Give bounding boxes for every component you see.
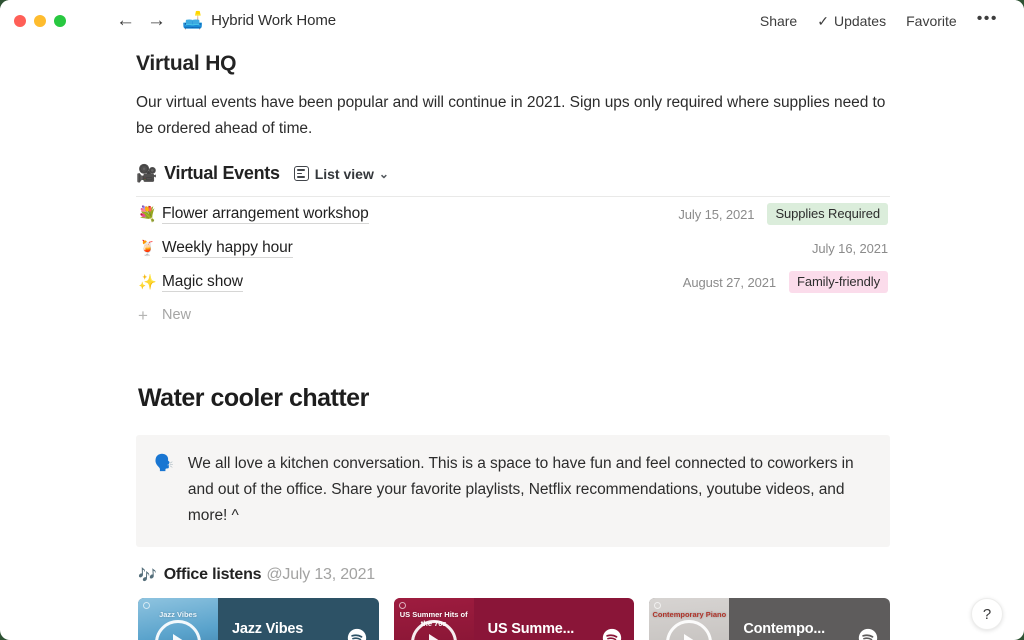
row-emoji-icon: ✨ (138, 273, 157, 291)
updates-button[interactable]: ✓ Updates (807, 10, 896, 32)
share-button[interactable]: Share (750, 10, 807, 32)
breadcrumb[interactable]: Hybrid Work Home (211, 12, 336, 29)
close-window-button[interactable] (14, 14, 26, 27)
playlist-title: Jazz Vibes (232, 620, 304, 637)
titlebar: ← → 🛋️ Hybrid Work Home Share ✓ Updates … (0, 0, 1024, 41)
album-art: Jazz Vibes (138, 598, 218, 640)
spotify-card-list: Jazz Vibes Jazz Vibes Spotify (138, 598, 891, 640)
table-row[interactable]: 💐 Flower arrangement workshop July 15, 2… (136, 197, 890, 231)
speaking-head-icon: 🗣️ (154, 455, 174, 472)
row-title[interactable]: Magic show (162, 273, 243, 292)
office-listens-date[interactable]: @July 13, 2021 (266, 566, 375, 584)
section-heading: Water cooler chatter (138, 384, 369, 412)
database-title[interactable]: Virtual Events (164, 163, 280, 184)
row-emoji-icon: 🍹 (138, 239, 157, 257)
back-arrow-icon[interactable]: ← (116, 11, 135, 30)
album-art: Contemporary Piano (649, 598, 730, 640)
content-column: Virtual HQ Our virtual events have been … (136, 52, 891, 640)
favorite-button[interactable]: Favorite (896, 10, 967, 32)
spotify-icon (347, 628, 366, 640)
table-row[interactable]: ✨ Magic show August 27, 2021 Family-frie… (136, 265, 890, 299)
intro-paragraph: Our virtual events have been popular and… (136, 94, 886, 137)
row-title[interactable]: Weekly happy hour (162, 239, 293, 258)
add-new-row-button[interactable]: + New (136, 299, 890, 331)
album-art-label: Jazz Vibes (159, 610, 197, 619)
list-view-icon (293, 166, 309, 181)
row-emoji-icon: 💐 (138, 205, 157, 223)
spotify-card[interactable]: US Summer Hits of the 70s US Summe... Sp… (393, 598, 635, 640)
database-header: 🎥 Virtual Events List view ⌄ (136, 163, 890, 184)
app-window: ← → 🛋️ Hybrid Work Home Share ✓ Updates … (0, 0, 1024, 640)
page-title: Virtual HQ (136, 52, 237, 75)
traffic-lights (14, 14, 66, 27)
art-corner-dot-icon (654, 602, 662, 609)
check-icon: ✓ (817, 12, 829, 29)
row-title[interactable]: Flower arrangement workshop (162, 205, 369, 224)
more-options-icon[interactable]: ••• (967, 7, 1008, 34)
view-label: List view (314, 165, 374, 182)
office-listens-title: Office listens (163, 566, 262, 583)
row-date: August 27, 2021 (682, 274, 776, 290)
table-row[interactable]: 🍹 Weekly happy hour July 16, 2021 (136, 231, 890, 265)
add-new-row-label: New (162, 307, 192, 323)
page-emoji-icon: 🛋️ (182, 11, 204, 30)
play-button-icon[interactable] (666, 619, 713, 640)
forward-arrow-icon[interactable]: → (147, 11, 166, 30)
art-corner-dot-icon (398, 602, 406, 609)
status-badge: Family-friendly (788, 271, 888, 293)
maximize-window-button[interactable] (54, 14, 66, 27)
plus-icon: + (138, 305, 148, 325)
help-button[interactable]: ? (971, 598, 1003, 630)
playlist-title: Contempo... (743, 620, 825, 637)
spotify-card[interactable]: Jazz Vibes Jazz Vibes Spotify (138, 598, 379, 640)
playlist-title: US Summe... (487, 620, 575, 637)
chevron-down-icon: ⌄ (378, 166, 389, 181)
view-selector[interactable]: List view ⌄ (293, 165, 389, 182)
minimize-window-button[interactable] (34, 14, 46, 27)
card-body: Contempo... Spotify (729, 598, 890, 640)
movie-camera-icon: 🎥 (136, 164, 158, 183)
callout-block: 🗣️ We all love a kitchen conversation. T… (136, 435, 890, 547)
row-date: July 16, 2021 (811, 240, 888, 256)
card-texts: US Summe... Spotify (488, 621, 595, 640)
spotify-icon (858, 628, 878, 640)
play-button-icon[interactable] (155, 619, 201, 640)
spotify-icon (603, 628, 622, 640)
spotify-card[interactable]: Contemporary Piano Contempo... Spotify (649, 598, 891, 640)
updates-label: Updates (833, 12, 887, 29)
page-body: Virtual HQ Our virtual events have been … (0, 52, 1024, 640)
card-body: US Summe... Spotify (474, 598, 635, 640)
album-art-label: Contemporary Piano (652, 610, 727, 619)
row-date: July 15, 2021 (678, 206, 755, 222)
card-texts: Jazz Vibes Spotify (232, 621, 339, 640)
card-texts: Contempo... Spotify (743, 621, 850, 640)
callout-text: We all love a kitchen conversation. This… (187, 455, 854, 524)
status-badge: Supplies Required (767, 203, 888, 225)
album-art: US Summer Hits of the 70s (393, 598, 474, 640)
sidebar-toggle-icon[interactable] (82, 11, 102, 31)
card-body: Jazz Vibes Spotify (218, 598, 379, 640)
office-listens-header: 🎶 Office listens @July 13, 2021 (138, 566, 890, 584)
titlebar-actions: Share ✓ Updates Favorite ••• (750, 7, 1008, 34)
art-corner-dot-icon (143, 602, 150, 609)
music-notes-icon: 🎶 (138, 566, 157, 584)
